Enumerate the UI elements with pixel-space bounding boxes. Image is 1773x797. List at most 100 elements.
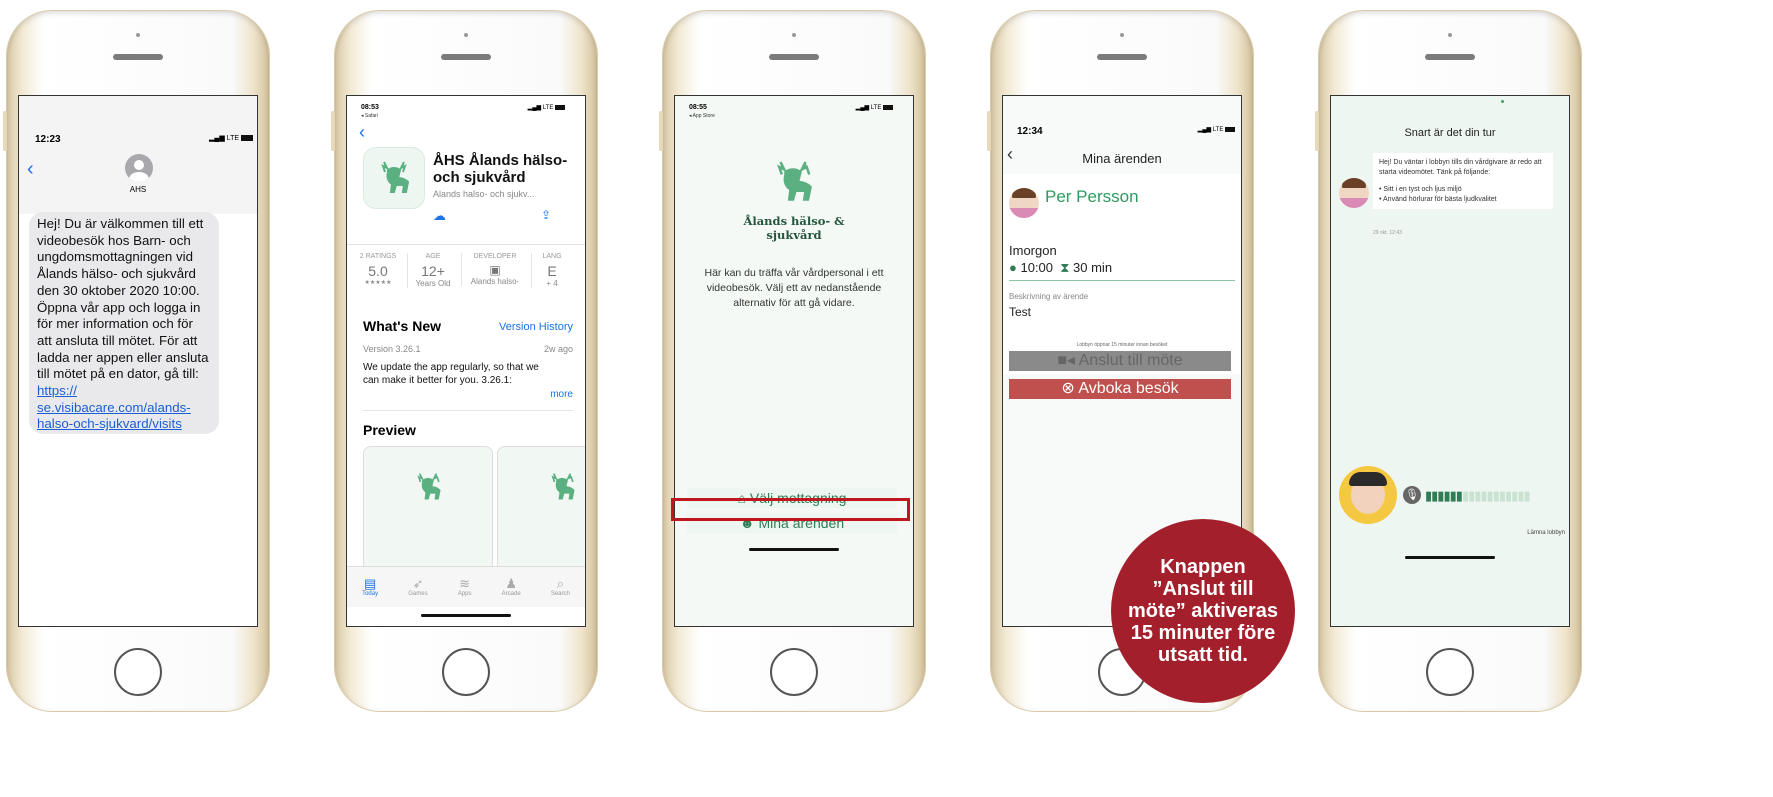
- stat-label: DEVELOPER: [473, 253, 517, 260]
- signal-icon: ▂▄▆: [1197, 127, 1213, 133]
- phone-1: 12:23 ▂▄▆ LTE ‹ AHS Hej! Du är välkommen…: [3, 10, 270, 712]
- tab-bar: ▤ Today ➶ Games ≋ Apps ♟ Arcade ⌕ Search: [347, 566, 585, 607]
- stat-developer: DEVELOPER ▣ Alands halso-: [461, 253, 528, 286]
- description-label: Beskrivning av ärende: [1009, 292, 1089, 301]
- tab-today[interactable]: ▤ Today: [362, 576, 379, 598]
- highlight-box: [671, 498, 910, 521]
- appointment-time: ● 10:00 ⧗ 30 min: [1009, 260, 1112, 276]
- tab-label: Today: [362, 591, 379, 597]
- back-chevron-icon[interactable]: ‹: [359, 122, 365, 143]
- back-to-app-store[interactable]: ◂ App Store: [689, 113, 715, 119]
- conversation-header: 12:23 ▂▄▆ LTE ‹ AHS: [19, 96, 257, 214]
- home-button[interactable]: [770, 648, 818, 696]
- earpiece: [113, 54, 163, 60]
- today-icon: ▤: [363, 576, 377, 591]
- preview-screenshot-2[interactable]: [497, 446, 585, 578]
- tab-label: Search: [550, 591, 570, 597]
- version-history-link[interactable]: Version History: [499, 321, 573, 333]
- network-label: LTE: [1212, 127, 1224, 133]
- button-label: Anslut till möte: [1078, 352, 1183, 369]
- stat-sub: Alands halso-: [470, 277, 520, 286]
- preview-heading: Preview: [363, 422, 416, 438]
- home-button[interactable]: [1426, 648, 1474, 696]
- tab-label: Games: [408, 591, 428, 597]
- status-dot: [1501, 100, 1504, 103]
- callout-text: Knappen ”Anslut till möte” aktiveras 15 …: [1127, 556, 1279, 666]
- layers-icon: ≋: [459, 576, 471, 591]
- stat-ratings: 2 RATINGS 5.0 ★★★★★: [353, 253, 403, 286]
- status-time: 08:53: [361, 104, 379, 111]
- update-notes: We update the app regularly, so that we …: [363, 362, 539, 386]
- cancel-visit-button[interactable]: ⊗ Avboka besök: [1009, 379, 1231, 399]
- status-signal: ▂▄▆ LTE: [209, 134, 253, 142]
- stat-label: AGE: [425, 253, 441, 260]
- stat-value: 5.0: [368, 263, 388, 279]
- battery-icon: [555, 104, 565, 110]
- status-time: 08:55: [689, 104, 707, 111]
- lobby-title: Snart är det din tur: [1404, 127, 1496, 139]
- contact-name[interactable]: AHS: [19, 185, 257, 194]
- signal-icon: ▂▄▆: [527, 105, 543, 111]
- appointment-day: Imorgon: [1009, 243, 1057, 258]
- earpiece: [1097, 54, 1147, 60]
- sms-screen: 12:23 ▂▄▆ LTE ‹ AHS Hej! Du är välkommen…: [18, 95, 258, 627]
- tab-label: Arcade: [501, 591, 521, 597]
- stat-age: AGE 12+ Years Old: [407, 253, 458, 288]
- deer-logo-icon: [777, 161, 812, 201]
- stat-value: E: [547, 263, 557, 279]
- network-label: LTE: [542, 105, 554, 111]
- home-indicator: [421, 614, 511, 617]
- download-cloud-icon[interactable]: ☁: [433, 208, 446, 224]
- activation-callout: Knappen ”Anslut till möte” aktiveras 15 …: [1111, 519, 1295, 703]
- lobby-message: Hej! Du väntar i lobbyn tills din vårdgi…: [1373, 153, 1553, 209]
- visit-link[interactable]: https:// se.visibacare.com/alands-halso-…: [37, 383, 191, 431]
- battery-icon: [883, 104, 893, 110]
- whats-new-heading: What's New: [363, 318, 442, 334]
- share-icon[interactable]: ⇪: [541, 208, 551, 222]
- status-signal: ▂▄▆ LTE: [856, 104, 893, 111]
- back-to-safari[interactable]: ◂ Safari: [361, 113, 378, 119]
- deer-logo-icon: [381, 161, 410, 193]
- stat-language: LANG E + 4: [531, 253, 572, 288]
- home-button[interactable]: [114, 648, 162, 696]
- preview-screenshot-1[interactable]: [363, 446, 493, 578]
- deer-logo-icon: [551, 473, 575, 500]
- earpiece: [769, 54, 819, 60]
- home-button[interactable]: [442, 648, 490, 696]
- lobby-note: Lobbyn öppnar 15 minuter innan besöket: [1076, 342, 1168, 348]
- rocket-icon: ➶: [412, 576, 424, 591]
- avatar: [1009, 188, 1039, 218]
- phone-2: 08:53 ◂ Safari ▂▄▆ LTE ‹ ÅHS Ålands häls…: [331, 10, 598, 712]
- clock-icon: ●: [1009, 260, 1017, 275]
- tab-apps[interactable]: ≋ Apps: [458, 576, 472, 598]
- page-title: Mina ärenden: [1082, 151, 1162, 166]
- back-chevron-icon[interactable]: ‹: [27, 158, 34, 181]
- signal-icon: ▂▄▆: [209, 135, 227, 142]
- earpiece: [441, 54, 491, 60]
- deer-logo-icon: [417, 473, 441, 500]
- intro-text: Här kan du träffa vår vårdpersonal i ett…: [704, 267, 884, 309]
- stat-label: 2 RATINGS: [359, 253, 397, 260]
- camera-dot: [136, 33, 140, 37]
- patient-name: Per Persson: [1045, 187, 1139, 206]
- leave-lobby-button[interactable]: Lämna lobbyn: [1527, 530, 1565, 536]
- network-label: LTE: [226, 135, 240, 142]
- hourglass-icon: ⧗: [1060, 260, 1070, 275]
- stat-sub: Years Old: [415, 279, 451, 288]
- more-link[interactable]: more: [550, 389, 573, 400]
- provider-avatar: [1339, 178, 1369, 208]
- tab-games[interactable]: ➶ Games: [408, 576, 428, 598]
- message-bullet: • Använd hörlurar för bästa ljudkvalitet: [1379, 195, 1497, 203]
- tab-search[interactable]: ⌕ Search: [550, 577, 570, 598]
- app-home-screen: 08:55 ◂ App Store ▂▄▆ LTE Ålands hälso- …: [674, 95, 914, 627]
- video-camera-icon: ■◂: [1057, 352, 1079, 369]
- stat-sub: ★★★★★: [364, 280, 392, 286]
- message-text: Hej! Du är välkommen till ett videobesök…: [37, 216, 209, 382]
- description-value: Test: [1009, 305, 1032, 319]
- join-meeting-button[interactable]: ■◂ Anslut till möte: [1009, 351, 1231, 371]
- contact-avatar[interactable]: [125, 154, 153, 182]
- tab-arcade[interactable]: ♟ Arcade: [501, 577, 521, 598]
- status-time: 12:34: [1017, 126, 1043, 137]
- microphone-icon[interactable]: 🎙: [1403, 486, 1421, 504]
- app-store-screen: 08:53 ◂ Safari ▂▄▆ LTE ‹ ÅHS Ålands häls…: [346, 95, 586, 627]
